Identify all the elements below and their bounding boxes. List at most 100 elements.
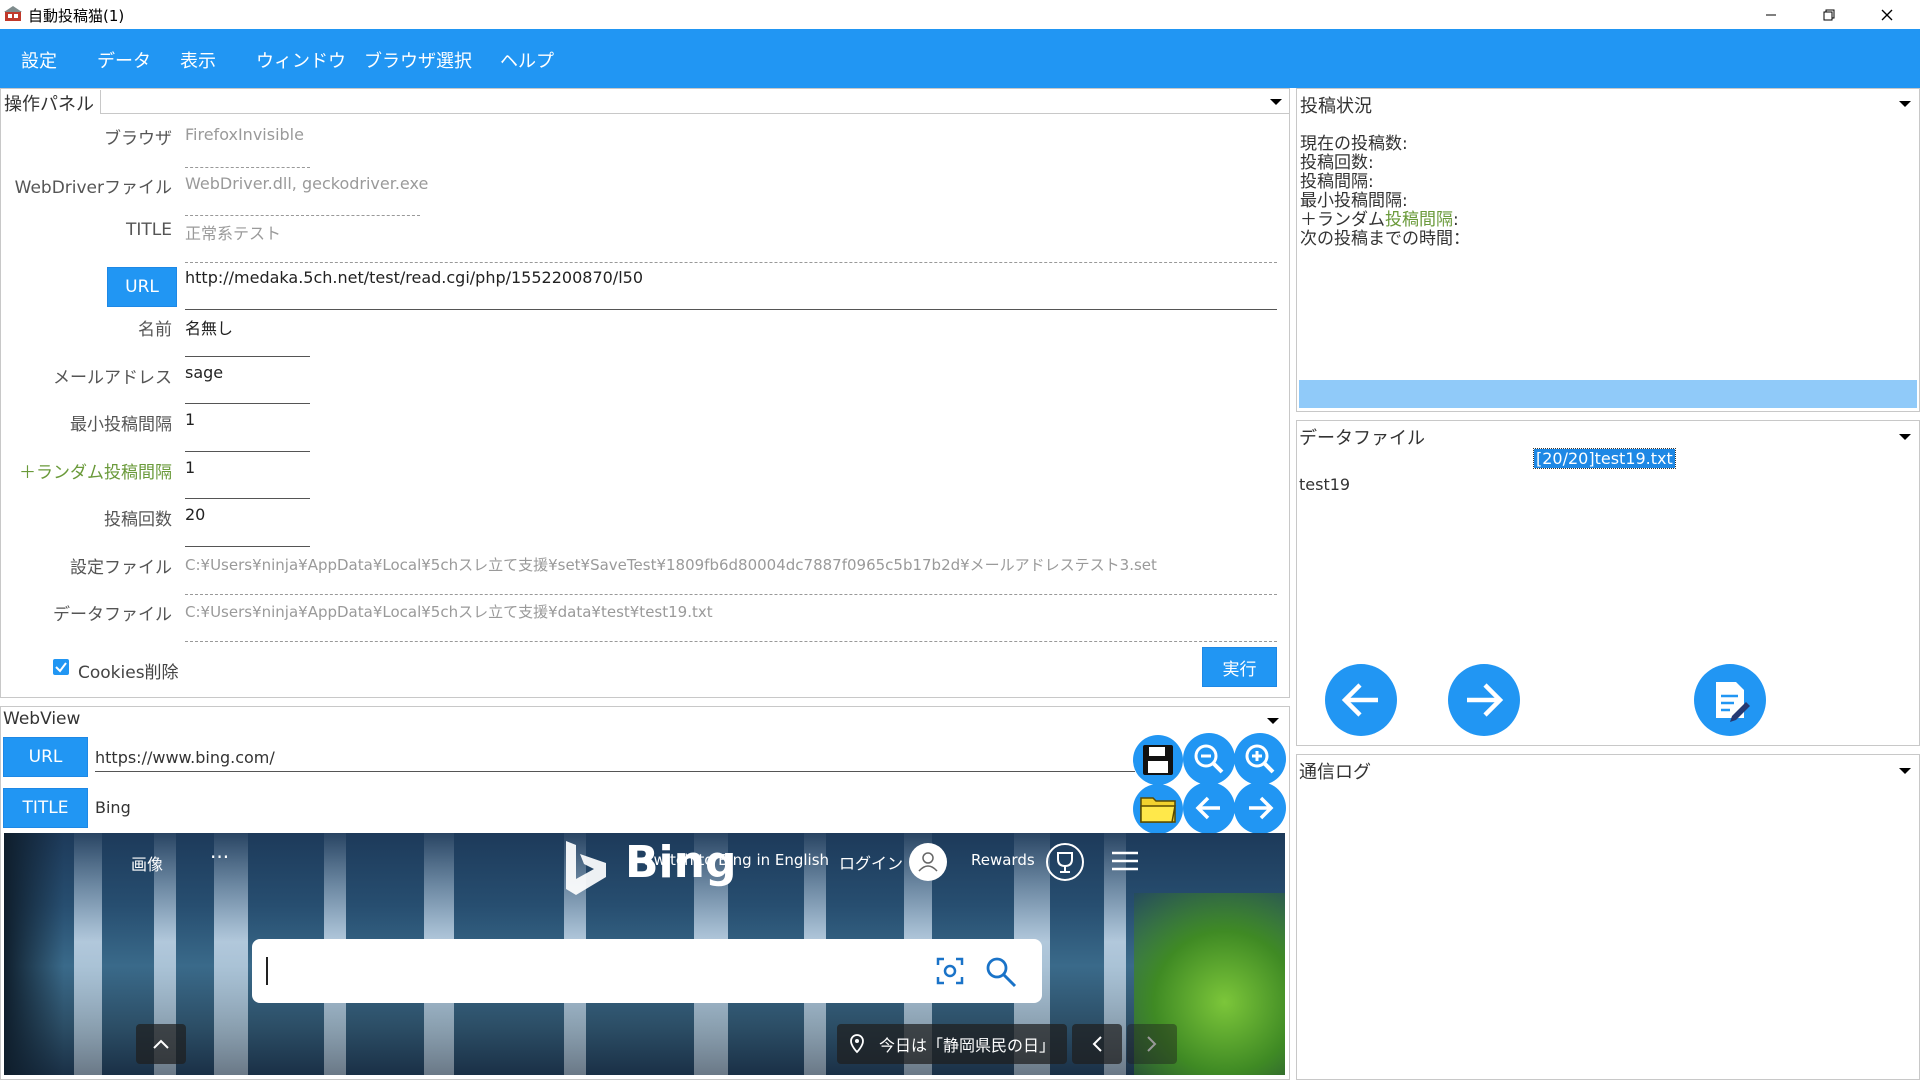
bing-more-menu[interactable]: ···: [210, 845, 229, 869]
close-button[interactable]: [1858, 0, 1916, 29]
url-button[interactable]: URL: [107, 267, 177, 307]
browser-value: FirefoxInvisible: [185, 125, 304, 144]
bing-image-info[interactable]: 今日は「静岡県民の日」: [837, 1024, 1067, 1064]
progress-bar: [1299, 380, 1917, 408]
menu-settings[interactable]: 設定: [21, 47, 57, 73]
app-icon: [4, 6, 22, 21]
name-label: 名前: [138, 320, 172, 340]
cookies-checkbox[interactable]: [53, 659, 69, 675]
menu-data[interactable]: データ: [97, 47, 151, 73]
url-underline: [185, 309, 1277, 310]
next-post-time-label: 次の投稿までの時間：: [1300, 229, 1470, 249]
zoom-in-button[interactable]: [1234, 733, 1286, 785]
comm-log-panel: [1296, 754, 1920, 1080]
webview-url-value[interactable]: https://www.bing.com/: [95, 748, 275, 767]
minimize-icon: [1766, 14, 1776, 15]
zoom-out-button[interactable]: [1183, 733, 1235, 785]
menu-window[interactable]: ウィンドウ: [256, 47, 346, 73]
comm-log-title: 通信ログ: [1299, 762, 1371, 783]
chevron-down-icon: [1899, 768, 1911, 774]
webview-forward-button[interactable]: [1234, 782, 1286, 834]
post-count-underline: [185, 546, 310, 547]
bing-rewards-link[interactable]: Rewards: [971, 851, 1035, 869]
rewards-trophy-button[interactable]: [1046, 843, 1084, 881]
close-icon: [1881, 9, 1893, 20]
text-cursor: [266, 957, 268, 985]
random-interval-value[interactable]: 1: [185, 458, 195, 477]
scroll-up-button[interactable]: [136, 1024, 186, 1064]
chevron-down-icon: [1267, 718, 1279, 724]
mail-value[interactable]: sage: [185, 363, 223, 382]
window-title: 自動投稿猫(1): [28, 7, 125, 25]
folder-icon: [1140, 797, 1176, 823]
webview-title-value: Bing: [95, 798, 131, 817]
bing-english-link[interactable]: Switch to Bing in English: [644, 851, 829, 869]
arrow-left-icon: [1341, 683, 1378, 717]
menu-bar: 設定 データ 表示 ウィンドウ ブラウザ選択 ヘルプ: [0, 29, 1920, 88]
url-value[interactable]: http://medaka.5ch.net/test/read.cgi/php/…: [185, 268, 643, 287]
webview-title-button[interactable]: TITLE: [3, 788, 88, 828]
webview-back-button[interactable]: [1183, 782, 1235, 834]
name-value[interactable]: 名無し: [185, 315, 233, 339]
menu-help[interactable]: ヘルプ: [500, 47, 554, 73]
name-underline: [185, 356, 310, 357]
settings-file-label: 設定ファイル: [70, 558, 172, 578]
hamburger-menu-icon[interactable]: [1112, 850, 1138, 872]
data-file-selected[interactable]: [20/20]test19.txt: [1533, 448, 1676, 469]
cookies-label[interactable]: Cookies削除: [78, 658, 179, 683]
run-button[interactable]: 実行: [1202, 647, 1277, 687]
title-underline: [185, 262, 1277, 263]
min-interval-label: 最小投稿間隔: [70, 415, 172, 435]
data-edit-button[interactable]: [1694, 664, 1766, 736]
chevron-left-icon: [1092, 1036, 1102, 1052]
bing-next-image-button[interactable]: [1127, 1024, 1177, 1064]
current-post-count-label: 現在の投稿数:: [1300, 134, 1408, 154]
bing-webview[interactable]: 画像 ··· Bing Switch to Bing in English ログ…: [4, 833, 1285, 1075]
zoom-in-icon: [1245, 744, 1275, 774]
bing-search-input[interactable]: [252, 939, 1042, 1003]
min-interval-value[interactable]: 1: [185, 410, 195, 429]
bing-prev-image-button[interactable]: [1072, 1024, 1122, 1064]
data-file-underline: [185, 641, 1277, 642]
search-icon[interactable]: [984, 955, 1018, 989]
post-count-value[interactable]: 20: [185, 505, 205, 524]
control-panel-dropdown[interactable]: [100, 90, 1290, 114]
webview-title: WebView: [3, 709, 81, 729]
data-file-content: test19: [1299, 475, 1351, 494]
bing-login-link[interactable]: ログイン: [839, 850, 903, 874]
trophy-icon: [1057, 852, 1073, 873]
data-next-button[interactable]: [1448, 664, 1520, 736]
menu-browser-select[interactable]: ブラウザ選択: [364, 47, 472, 73]
chevron-down-icon: [1899, 434, 1911, 440]
visual-search-icon[interactable]: [934, 955, 966, 987]
data-prev-button[interactable]: [1325, 664, 1397, 736]
post-status-title: 投稿状況: [1300, 96, 1372, 117]
menu-view[interactable]: 表示: [180, 47, 216, 73]
location-pin-icon: [850, 1034, 864, 1054]
browser-label: ブラウザ: [104, 129, 172, 149]
title-value: 正常系テスト: [185, 224, 282, 243]
webview-url-button[interactable]: URL: [3, 737, 88, 777]
back-icon: [1195, 796, 1220, 820]
data-file-panel-title: データファイル: [1299, 428, 1425, 449]
save-button[interactable]: [1133, 735, 1183, 785]
shadow-left: [4, 833, 64, 1075]
bing-images-link[interactable]: 画像: [131, 851, 163, 875]
bing-today-text: 今日は「静岡県民の日」: [878, 1036, 1055, 1055]
webdriver-underline: [185, 215, 420, 216]
open-folder-button[interactable]: [1133, 784, 1183, 834]
browser-underline: [185, 167, 310, 168]
save-icon: [1143, 745, 1173, 775]
webdriver-label: WebDriverファイル: [14, 178, 172, 198]
minimize-button[interactable]: [1742, 0, 1800, 29]
min-interval-underline: [185, 451, 310, 452]
user-icon: [918, 852, 938, 872]
data-file-label: データファイル: [53, 605, 172, 625]
restore-button[interactable]: [1800, 0, 1858, 29]
min-interval-status-label: 最小投稿間隔:: [1300, 191, 1408, 211]
avatar[interactable]: [909, 843, 947, 881]
arrow-right-icon: [1467, 683, 1504, 717]
title-bar: 自動投稿猫(1): [0, 0, 1920, 29]
control-panel-title: 操作パネル: [4, 94, 94, 115]
chevron-down-icon: [1899, 101, 1911, 107]
